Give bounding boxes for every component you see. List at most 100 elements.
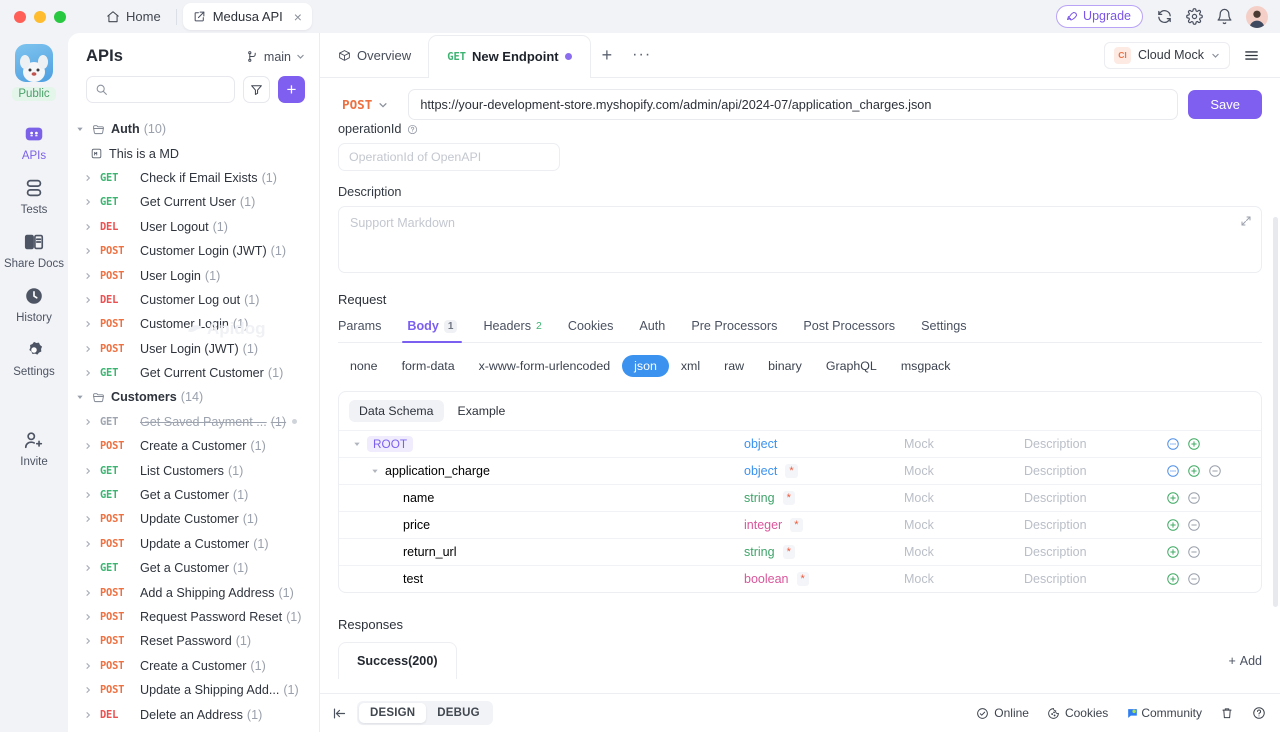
tree-endpoint-item[interactable]: POST Create a Customer (1) bbox=[68, 434, 319, 458]
schema-description-cell[interactable]: Description bbox=[1024, 572, 1166, 586]
sidebar-item-history[interactable]: History bbox=[0, 276, 68, 330]
status-cookies[interactable]: Cookies bbox=[1047, 706, 1108, 720]
api-tree[interactable]: Auth (10) This is a MD GET Check if Email Ex… bbox=[68, 113, 319, 732]
request-tab-cookies[interactable]: Cookies bbox=[555, 319, 627, 342]
chevron-right-icon[interactable] bbox=[84, 564, 100, 572]
save-button[interactable]: Save bbox=[1188, 90, 1262, 119]
expand-icon[interactable] bbox=[1240, 215, 1252, 227]
chevron-right-icon[interactable] bbox=[84, 515, 100, 523]
tree-endpoint-item[interactable]: GET Check if Email Exists (1) bbox=[68, 166, 319, 190]
branch-selector[interactable]: main bbox=[246, 50, 305, 64]
schema-mock-cell[interactable]: Mock bbox=[904, 464, 1024, 478]
tree-markdown-item[interactable]: This is a MD bbox=[68, 141, 319, 165]
chevron-right-icon[interactable] bbox=[84, 247, 100, 255]
sidebar-item-invite[interactable]: Invite bbox=[0, 420, 68, 474]
chevron-right-icon[interactable] bbox=[84, 418, 100, 426]
tree-endpoint-item[interactable]: POST Update Customer (1) bbox=[68, 507, 319, 531]
home-tab[interactable]: Home bbox=[97, 4, 170, 29]
mode-design-button[interactable]: DESIGN bbox=[359, 703, 427, 723]
tree-folder[interactable]: Customers (14) bbox=[68, 385, 319, 409]
description-textarea[interactable]: Support Markdown bbox=[338, 206, 1262, 273]
refresh-icon[interactable] bbox=[1156, 8, 1173, 25]
add-response-button[interactable]: + Add bbox=[1228, 654, 1262, 679]
schema-type-cell[interactable]: object bbox=[744, 437, 904, 451]
tree-endpoint-item[interactable]: POST User Login (JWT) (1) bbox=[68, 337, 319, 361]
request-tab-auth[interactable]: Auth bbox=[626, 319, 678, 342]
schema-description-cell[interactable]: Description bbox=[1024, 545, 1166, 559]
schema-row[interactable]: test boolean * Mock Description bbox=[339, 565, 1261, 592]
minimize-window-button[interactable] bbox=[34, 10, 46, 23]
remove-field-icon[interactable] bbox=[1187, 572, 1201, 586]
close-icon[interactable]: × bbox=[294, 10, 302, 24]
tree-endpoint-item[interactable]: POST Reset Password (1) bbox=[68, 629, 319, 653]
tree-endpoint-item[interactable]: DEL User Logout (1) bbox=[68, 215, 319, 239]
body-type-raw[interactable]: raw bbox=[712, 355, 756, 377]
sidebar-item-apis[interactable]: APIs bbox=[0, 114, 68, 168]
chevron-right-icon[interactable] bbox=[84, 589, 100, 597]
tree-endpoint-item[interactable]: GET Get Saved Payment ... (1) bbox=[68, 410, 319, 434]
chevron-right-icon[interactable] bbox=[84, 711, 100, 719]
schema-description-cell[interactable]: Description bbox=[1024, 518, 1166, 532]
body-type-graphql[interactable]: GraphQL bbox=[814, 355, 889, 377]
trash-button[interactable] bbox=[1220, 706, 1234, 720]
schema-mock-cell[interactable]: Mock bbox=[904, 545, 1024, 559]
body-type-selector[interactable]: none form-data x-www-form-urlencoded json xm… bbox=[338, 343, 1262, 377]
chevron-right-icon[interactable] bbox=[84, 174, 100, 182]
vertical-scrollbar[interactable] bbox=[1273, 217, 1278, 607]
schema-tab-example[interactable]: Example bbox=[448, 400, 516, 422]
tree-folder[interactable]: Auth (10) bbox=[68, 117, 319, 141]
more-options-icon[interactable] bbox=[1166, 437, 1180, 451]
chevron-right-icon[interactable] bbox=[84, 662, 100, 670]
schema-mock-cell[interactable]: Mock bbox=[904, 491, 1024, 505]
body-type-xml[interactable]: xml bbox=[669, 355, 712, 377]
more-options-icon[interactable] bbox=[1166, 464, 1180, 478]
schema-type-cell[interactable]: string * bbox=[744, 545, 904, 559]
sidebar-item-settings[interactable]: Settings bbox=[0, 330, 68, 384]
chevron-down-icon[interactable] bbox=[353, 440, 367, 448]
http-method-selector[interactable]: POST bbox=[338, 97, 398, 112]
request-tab-headers[interactable]: Headers 2 bbox=[470, 319, 554, 342]
chevron-right-icon[interactable] bbox=[84, 296, 100, 304]
tree-endpoint-item[interactable]: GET Get a Customer (1) bbox=[68, 556, 319, 580]
filter-button[interactable] bbox=[243, 76, 270, 103]
schema-row[interactable]: return_url string * Mock Description bbox=[339, 538, 1261, 565]
tree-endpoint-item[interactable]: POST Request Password Reset (1) bbox=[68, 605, 319, 629]
upgrade-button[interactable]: Upgrade bbox=[1056, 5, 1143, 28]
project-tab-medusa-api[interactable]: Medusa API × bbox=[182, 3, 312, 30]
chevron-right-icon[interactable] bbox=[84, 320, 100, 328]
tree-endpoint-item[interactable]: POST Create a Customer (1) bbox=[68, 654, 319, 678]
search-input[interactable] bbox=[114, 82, 226, 97]
chevron-right-icon[interactable] bbox=[84, 442, 100, 450]
add-field-icon[interactable] bbox=[1166, 491, 1180, 505]
schema-row[interactable]: ROOT object Mock Description bbox=[339, 430, 1261, 457]
tree-endpoint-item[interactable]: POST Customer Login (JWT) (1) bbox=[68, 239, 319, 263]
mode-debug-button[interactable]: DEBUG bbox=[426, 703, 491, 723]
schema-description-cell[interactable]: Description bbox=[1024, 437, 1166, 451]
tree-endpoint-item[interactable]: GET Get Current User (1) bbox=[68, 190, 319, 214]
chevron-right-icon[interactable] bbox=[84, 491, 100, 499]
tree-endpoint-item[interactable]: POST Add a Shipping Address (1) bbox=[68, 580, 319, 604]
add-field-icon[interactable] bbox=[1166, 518, 1180, 532]
add-field-icon[interactable] bbox=[1166, 545, 1180, 559]
tree-endpoint-item[interactable]: POST User Login (1) bbox=[68, 263, 319, 287]
new-tab-button[interactable]: + bbox=[590, 33, 625, 77]
schema-row[interactable]: price integer * Mock Description bbox=[339, 511, 1261, 538]
tree-endpoint-item[interactable]: POST Update a Customer (1) bbox=[68, 532, 319, 556]
remove-field-icon[interactable] bbox=[1187, 491, 1201, 505]
request-tabstrip[interactable]: Params Body 1 Headers 2 Cookies Auth Pre Proces… bbox=[338, 319, 1262, 343]
schema-type-cell[interactable]: string * bbox=[744, 491, 904, 505]
tree-endpoint-item[interactable]: DEL Delete an Address (1) bbox=[68, 702, 319, 726]
status-online[interactable]: Online bbox=[976, 706, 1029, 720]
tree-endpoint-item[interactable]: GET Get a Customer (1) bbox=[68, 483, 319, 507]
tree-endpoint-item[interactable]: GET Get Current Customer (1) bbox=[68, 361, 319, 385]
schema-type-cell[interactable]: boolean * bbox=[744, 572, 904, 586]
tree-endpoint-item[interactable]: POST Customer Login (1) bbox=[68, 312, 319, 336]
schema-type-cell[interactable]: integer * bbox=[744, 518, 904, 532]
schema-mock-cell[interactable]: Mock bbox=[904, 437, 1024, 451]
remove-field-icon[interactable] bbox=[1187, 518, 1201, 532]
body-type-form-data[interactable]: form-data bbox=[390, 355, 467, 377]
chevron-right-icon[interactable] bbox=[84, 467, 100, 475]
help-button[interactable] bbox=[1252, 706, 1266, 720]
workspace-switcher[interactable]: Public bbox=[12, 44, 56, 101]
tree-endpoint-item[interactable]: DEL Customer Log out (1) bbox=[68, 288, 319, 312]
